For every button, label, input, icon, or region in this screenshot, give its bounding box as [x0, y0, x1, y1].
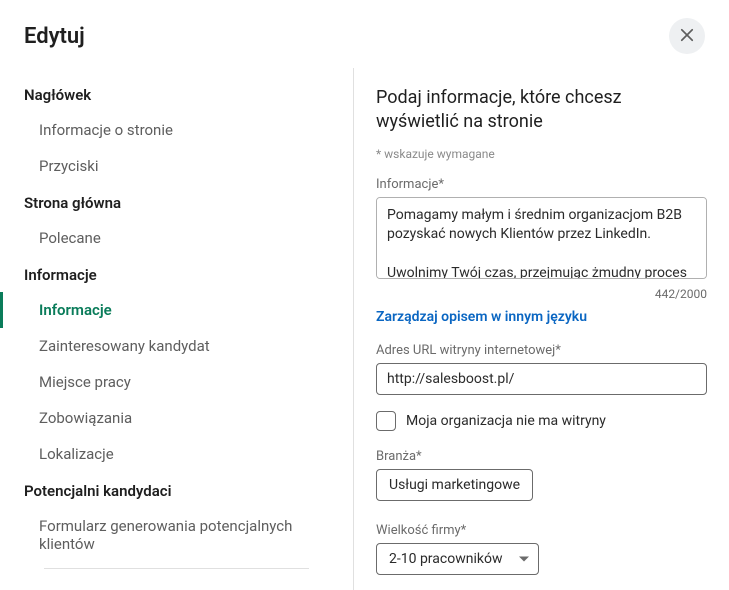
modal-header: Edytuj: [0, 0, 729, 68]
sidebar-item[interactable]: Informacje o stronie: [0, 112, 353, 148]
sidebar-manage-languages[interactable]: Zarządzaj językami: [0, 569, 353, 590]
sidebar-item[interactable]: Zobowiązania: [0, 400, 353, 436]
info-label: Informacje*: [376, 177, 707, 192]
sidebar-item[interactable]: Formularz generowania potencjalnych klie…: [0, 508, 353, 562]
size-value: 2-10 pracowników: [389, 551, 502, 567]
manage-language-link[interactable]: Zarządzaj opisem w innym języku: [376, 309, 587, 325]
sidebar-group-label: Potencjalni kandydaci: [0, 472, 353, 508]
industry-select[interactable]: Usługi marketingowe: [376, 469, 533, 501]
sidebar-item[interactable]: Przyciski: [0, 148, 353, 184]
panel-heading: Podaj informacje, które chcesz wyświetli…: [376, 86, 686, 135]
sidebar-item[interactable]: Miejsce pracy: [0, 364, 353, 400]
no-site-label: Moja organizacja nie ma witryny: [406, 413, 606, 429]
sidebar-item[interactable]: Polecane: [0, 220, 353, 256]
sidebar-item[interactable]: Zainteresowany kandydat: [0, 328, 353, 364]
sidebar-group-label: Strona główna: [0, 184, 353, 220]
info-counter: 442/2000: [376, 287, 707, 301]
chevron-down-icon: [518, 553, 530, 565]
sidebar-item[interactable]: Lokalizacje: [0, 436, 353, 472]
url-label: Adres URL witryny internetowej*: [376, 343, 707, 358]
sidebar-group-label: Nagłówek: [0, 76, 353, 112]
required-hint: * wskazuje wymagane: [376, 147, 707, 161]
industry-label: Branża*: [376, 449, 707, 464]
size-label: Wielkość firmy*: [376, 523, 707, 538]
url-input[interactable]: [376, 363, 707, 395]
close-button[interactable]: [669, 18, 705, 54]
size-select[interactable]: 2-10 pracowników: [376, 543, 539, 575]
modal-title: Edytuj: [24, 24, 85, 49]
industry-value: Usługi marketingowe: [389, 477, 520, 493]
sidebar: NagłówekInformacje o stroniePrzyciskiStr…: [0, 68, 354, 590]
sidebar-group-label: Informacje: [0, 256, 353, 292]
main-panel: Podaj informacje, które chcesz wyświetli…: [354, 68, 729, 590]
no-site-checkbox[interactable]: [376, 411, 396, 431]
info-textarea[interactable]: [376, 197, 707, 279]
sidebar-item[interactable]: Informacje: [0, 292, 353, 328]
close-icon: [678, 26, 696, 47]
